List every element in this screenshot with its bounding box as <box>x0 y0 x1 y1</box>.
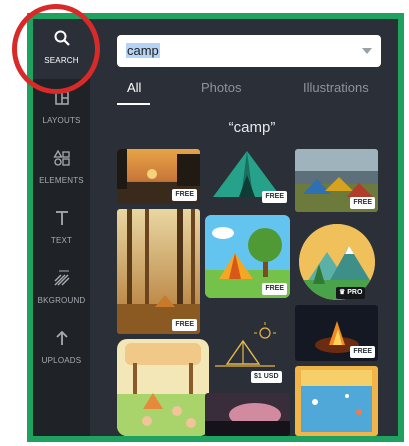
sidebar-item-elements[interactable]: ELEMENTS <box>33 139 90 199</box>
result-illustration-camp-kids[interactable] <box>117 339 209 436</box>
free-badge: FREE <box>172 189 197 201</box>
search-icon <box>53 29 71 52</box>
sidebar-item-label: UPLOADS <box>41 356 82 365</box>
sidebar-item-label: LAYOUTS <box>42 116 81 125</box>
sidebar-item-background[interactable]: BKGROUND <box>33 259 90 319</box>
result-illustration-camp-poster[interactable] <box>295 366 378 436</box>
result-photo-night-silhouette[interactable] <box>205 393 290 436</box>
price-badge: $1 USD <box>251 371 282 383</box>
tab-photos[interactable]: Photos <box>201 80 241 95</box>
pro-badge: ♛ PRO <box>336 287 366 299</box>
sidebar-item-label: SEARCH <box>44 56 79 65</box>
sidebar-item-layouts[interactable]: LAYOUTS <box>33 79 90 139</box>
result-photo-campfire[interactable]: FREE <box>295 305 378 361</box>
chevron-down-icon[interactable] <box>362 48 372 54</box>
editor-panel: SEARCH LAYOUTS ELEMENTS TEXT BKGROUND UP… <box>33 19 398 436</box>
sidebar-item-uploads[interactable]: UPLOADS <box>33 319 90 379</box>
result-photo-lake-sunset[interactable]: FREE <box>117 149 200 204</box>
free-badge: FREE <box>350 197 375 209</box>
result-illustration-tent-tree[interactable]: FREE <box>205 215 290 298</box>
text-icon <box>53 209 71 232</box>
layouts-icon <box>53 89 71 112</box>
free-badge: FREE <box>172 319 197 331</box>
background-icon <box>53 269 71 292</box>
result-photo-campsite-tents[interactable]: FREE <box>295 149 378 212</box>
search-query-text: camp <box>126 43 160 58</box>
sidebar-item-label: TEXT <box>50 236 73 245</box>
tab-illustrations[interactable]: Illustrations <box>303 80 369 95</box>
sidebar-item-label: ELEMENTS <box>39 176 84 185</box>
results-heading: “camp” <box>228 119 276 136</box>
tabs: All Photos Illustrations <box>117 74 387 105</box>
tab-all[interactable]: All <box>127 80 141 95</box>
elements-icon <box>52 149 71 172</box>
upload-icon <box>53 329 71 352</box>
active-tab-underline <box>117 103 150 105</box>
sidebar: SEARCH LAYOUTS ELEMENTS TEXT BKGROUND UP… <box>33 19 90 436</box>
sidebar-item-search[interactable]: SEARCH <box>33 19 90 79</box>
result-illustration-tent[interactable]: FREE <box>205 147 290 206</box>
result-photo-forest-tent[interactable]: FREE <box>117 209 200 334</box>
free-badge: FREE <box>262 191 287 203</box>
sidebar-item-text[interactable]: TEXT <box>33 199 90 259</box>
free-badge: FREE <box>350 346 375 358</box>
free-badge: FREE <box>262 283 287 295</box>
search-input[interactable]: camp <box>117 35 381 67</box>
sidebar-item-label: BKGROUND <box>37 296 86 305</box>
